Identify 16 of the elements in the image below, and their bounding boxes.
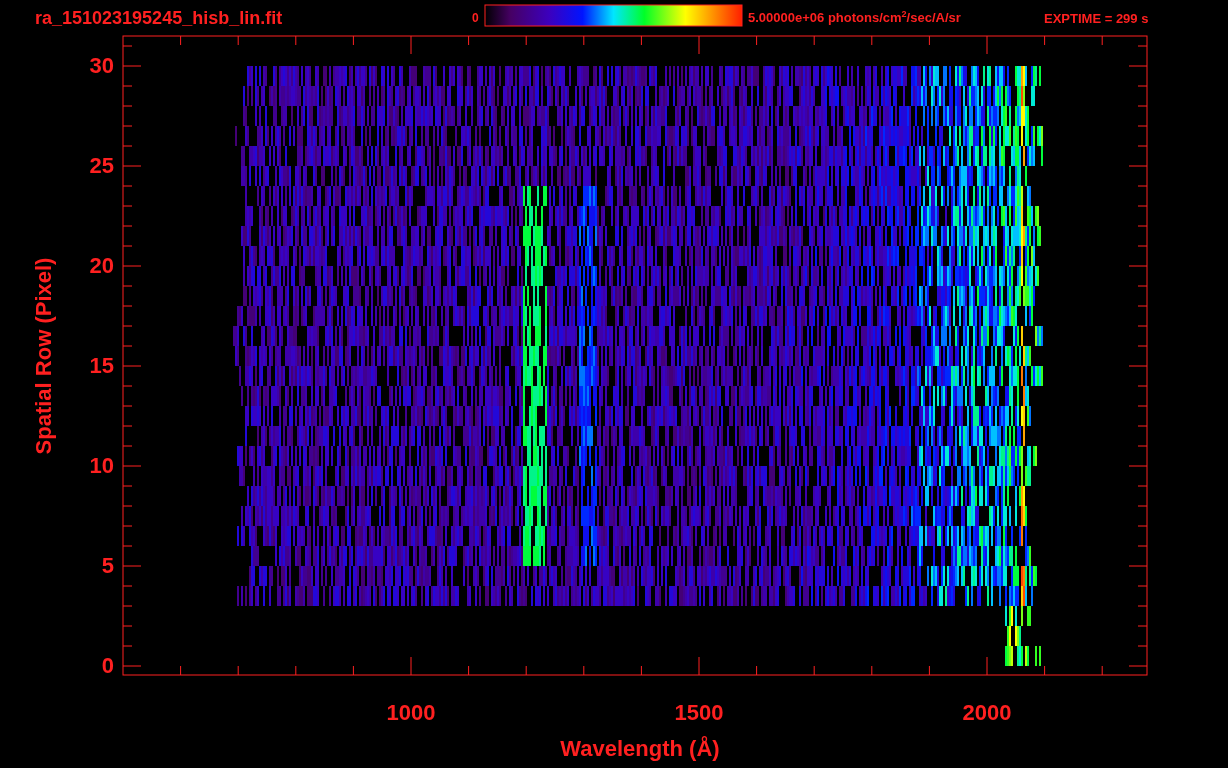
- colorbar-max-label: 5.00000e+06 photons/cm$^{2}$/sec/A/sr: [748, 11, 961, 24]
- x-tick-label: 2000: [962, 702, 1012, 724]
- x-tick-label: 1000: [386, 702, 436, 724]
- x-tick-label: 1500: [674, 702, 724, 724]
- y-axis-title: Spatial Row (Pixel): [33, 257, 55, 455]
- y-tick-label: 25: [89, 155, 114, 177]
- colorbar-min-label: 0: [472, 12, 479, 24]
- y-tick-label: 15: [89, 355, 114, 377]
- exposure-time: EXPTIME = 299 s: [1044, 12, 1149, 25]
- y-tick-label: 20: [89, 255, 114, 277]
- y-tick-label: 10: [89, 455, 114, 477]
- y-tick-label: 30: [89, 55, 114, 77]
- file-title: ra_151023195245_hisb_lin.fit: [35, 9, 283, 27]
- y-tick-label: 0: [101, 655, 114, 677]
- x-axis-title: Wavelength (Å): [560, 738, 720, 760]
- y-tick-label: 5: [101, 555, 114, 577]
